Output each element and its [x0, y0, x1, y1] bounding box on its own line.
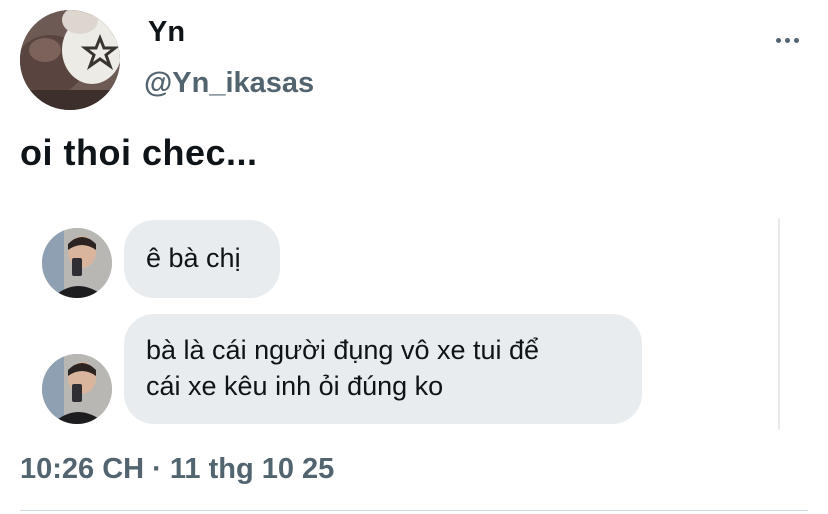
chat-message-bubble: bà là cái người đụng vô xe tui để cái xe…: [124, 314, 642, 424]
more-horizontal-icon: [775, 37, 799, 43]
tweet-text: oi thoi chec...: [20, 132, 258, 173]
embed-edge: [778, 218, 780, 430]
chat-avatar: [42, 354, 112, 424]
author-avatar-image: [20, 10, 120, 110]
more-options-button[interactable]: [770, 30, 804, 50]
chat-avatar: [42, 228, 112, 298]
chat-message-bubble: ê bà chị: [124, 220, 280, 298]
divider: [20, 510, 808, 511]
author-display-name[interactable]: Yn: [148, 16, 185, 49]
author-avatar[interactable]: [20, 10, 120, 110]
author-handle[interactable]: @Yn_ikasas: [144, 67, 314, 100]
tweet-timestamp[interactable]: 10:26 CH · 11 thg 10 25: [20, 453, 334, 486]
